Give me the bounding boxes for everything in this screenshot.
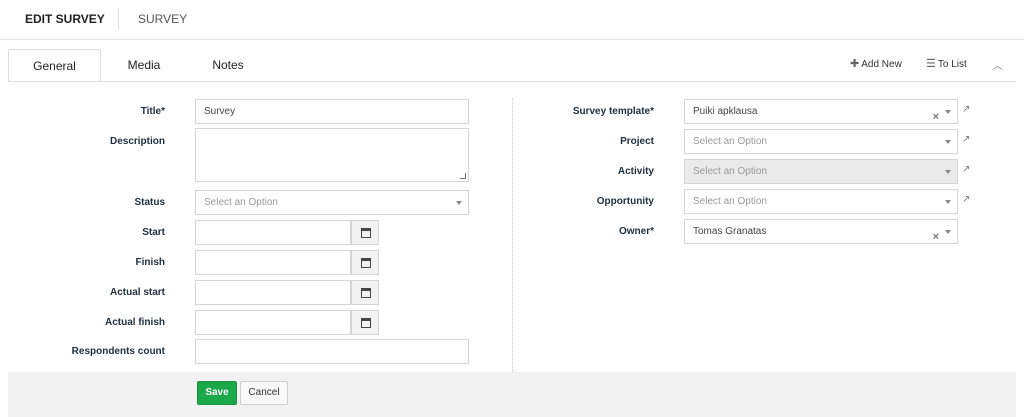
actual-finish-label: Actual finish <box>104 317 165 328</box>
top-bar: EDIT SURVEY SURVEY <box>0 0 1024 40</box>
respondents-count-input[interactable] <box>195 339 469 364</box>
title-divider <box>118 8 119 30</box>
caret-down-icon <box>945 230 951 234</box>
respondents-count-label: Respondents count <box>71 346 165 357</box>
project-label: Project <box>620 136 654 147</box>
start-date-input[interactable] <box>195 220 351 245</box>
entity-name: SURVEY <box>138 12 188 26</box>
actual-start-label: Actual start <box>109 287 165 298</box>
caret-down-icon <box>945 200 951 204</box>
tab-media[interactable]: Media <box>108 49 180 82</box>
chevron-up-icon[interactable]: ︿ <box>992 57 1003 73</box>
project-select[interactable]: Select an Option <box>684 129 958 154</box>
tab-notes[interactable]: Notes <box>190 49 266 82</box>
tab-divider <box>8 81 1016 82</box>
external-link-icon[interactable]: ↗ <box>962 134 970 145</box>
add-new-label: Add New <box>861 59 902 70</box>
activity-label: Activity <box>617 166 654 177</box>
external-link-icon[interactable]: ↗ <box>962 104 970 115</box>
external-link-icon[interactable]: ↗ <box>962 164 970 175</box>
owner-value: Tomas Granatas <box>693 226 767 237</box>
form-footer <box>8 372 1016 417</box>
project-placeholder: Select an Option <box>693 136 767 147</box>
calendar-icon <box>361 228 371 238</box>
status-label: Status <box>134 197 165 208</box>
opportunity-select[interactable]: Select an Option <box>684 189 958 214</box>
to-list-button[interactable]: ☰ To List <box>926 57 967 70</box>
calendar-icon <box>361 318 371 328</box>
calendar-icon <box>361 288 371 298</box>
opportunity-placeholder: Select an Option <box>693 196 767 207</box>
tab-general[interactable]: General <box>8 49 101 82</box>
description-label: Description <box>109 136 165 147</box>
page-title: EDIT SURVEY <box>25 12 105 26</box>
caret-down-icon <box>945 170 951 174</box>
title-input[interactable]: Survey <box>195 99 469 124</box>
owner-select[interactable]: Tomas Granatas × <box>684 219 958 244</box>
title-label: Title* <box>140 106 165 117</box>
list-icon: ☰ <box>926 58 936 70</box>
actual-finish-calendar-button[interactable] <box>351 310 379 335</box>
finish-label: Finish <box>135 257 165 268</box>
calendar-icon <box>361 258 371 268</box>
status-select[interactable]: Select an Option <box>195 190 469 215</box>
opportunity-label: Opportunity <box>596 196 654 207</box>
survey-template-select[interactable]: Puiki apklausa × <box>684 99 958 124</box>
external-link-icon[interactable]: ↗ <box>962 194 970 205</box>
start-calendar-button[interactable] <box>351 220 379 245</box>
caret-down-icon <box>456 201 462 205</box>
resize-handle-icon[interactable] <box>460 173 466 179</box>
start-label: Start <box>142 227 165 238</box>
actual-finish-date-input[interactable] <box>195 310 351 335</box>
caret-down-icon <box>945 140 951 144</box>
clear-icon[interactable]: × <box>933 106 939 129</box>
finish-date-input[interactable] <box>195 250 351 275</box>
actual-start-calendar-button[interactable] <box>351 280 379 305</box>
activity-select: Select an Option <box>684 159 958 184</box>
status-placeholder: Select an Option <box>204 197 278 208</box>
caret-down-icon <box>945 110 951 114</box>
survey-template-value: Puiki apklausa <box>693 106 758 117</box>
plus-icon: ✚ <box>850 58 860 70</box>
add-new-button[interactable]: ✚ Add New <box>850 57 902 70</box>
activity-placeholder: Select an Option <box>693 166 767 177</box>
clear-icon[interactable]: × <box>933 226 939 249</box>
to-list-label: To List <box>937 59 967 70</box>
survey-template-label: Survey template* <box>572 106 654 117</box>
actual-start-date-input[interactable] <box>195 280 351 305</box>
cancel-button[interactable]: Cancel <box>240 381 288 405</box>
save-button[interactable]: Save <box>197 381 237 405</box>
description-textarea[interactable] <box>195 128 469 182</box>
column-divider <box>512 98 513 372</box>
owner-label: Owner* <box>618 226 654 237</box>
finish-calendar-button[interactable] <box>351 250 379 275</box>
